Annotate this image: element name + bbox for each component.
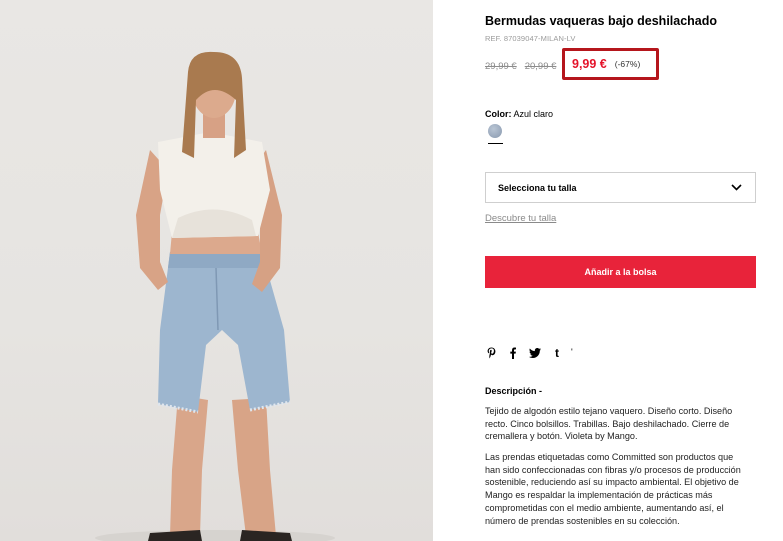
- discount-badge: (-67%): [614, 59, 641, 69]
- product-reference: REF. 87039047-MILAN-LV: [485, 34, 576, 43]
- current-price-highlight: 9,99 € (-67%): [562, 48, 659, 80]
- color-label-key: Color:: [485, 109, 512, 119]
- chevron-down-icon: [731, 184, 742, 191]
- share-icons: t ': [485, 346, 575, 360]
- color-value: Azul claro: [513, 109, 554, 119]
- description-paragraph-1: Tejido de algodón estilo tejano vaquero.…: [485, 406, 733, 442]
- price-row: 29,99 € 20,99 € 9,99 € (-67%): [485, 48, 659, 80]
- pinterest-icon[interactable]: [485, 347, 497, 360]
- color-swatch-azul-claro[interactable]: [488, 124, 502, 138]
- size-select[interactable]: Selecciona tu talla: [485, 172, 756, 203]
- add-to-bag-button[interactable]: Añadir a la bolsa: [485, 256, 756, 288]
- description-title: Descripción -: [485, 386, 543, 396]
- current-price: 9,99 €: [572, 57, 607, 71]
- description-paragraph-2: Las prendas etiquetadas como Committed s…: [485, 452, 741, 526]
- selected-swatch-indicator: [488, 143, 503, 144]
- product-title: Bermudas vaqueras bajo deshilachado: [485, 14, 718, 28]
- twitter-icon[interactable]: [529, 347, 541, 360]
- product-photo: [0, 0, 433, 541]
- size-select-placeholder: Selecciona tu talla: [498, 182, 577, 193]
- color-label: Color: Azul claro: [485, 109, 553, 119]
- tumblr-icon[interactable]: t: [551, 346, 563, 360]
- size-guide-link[interactable]: Descubre tu talla: [485, 213, 556, 224]
- original-price-2: 20,99 €: [524, 60, 557, 72]
- original-price-1: 29,99 €: [485, 60, 517, 72]
- product-info-panel: Bermudas vaqueras bajo deshilachado REF.…: [485, 0, 757, 541]
- more-share-icon[interactable]: ': [571, 347, 575, 360]
- facebook-icon[interactable]: [507, 347, 519, 360]
- model-illustration: [95, 51, 335, 541]
